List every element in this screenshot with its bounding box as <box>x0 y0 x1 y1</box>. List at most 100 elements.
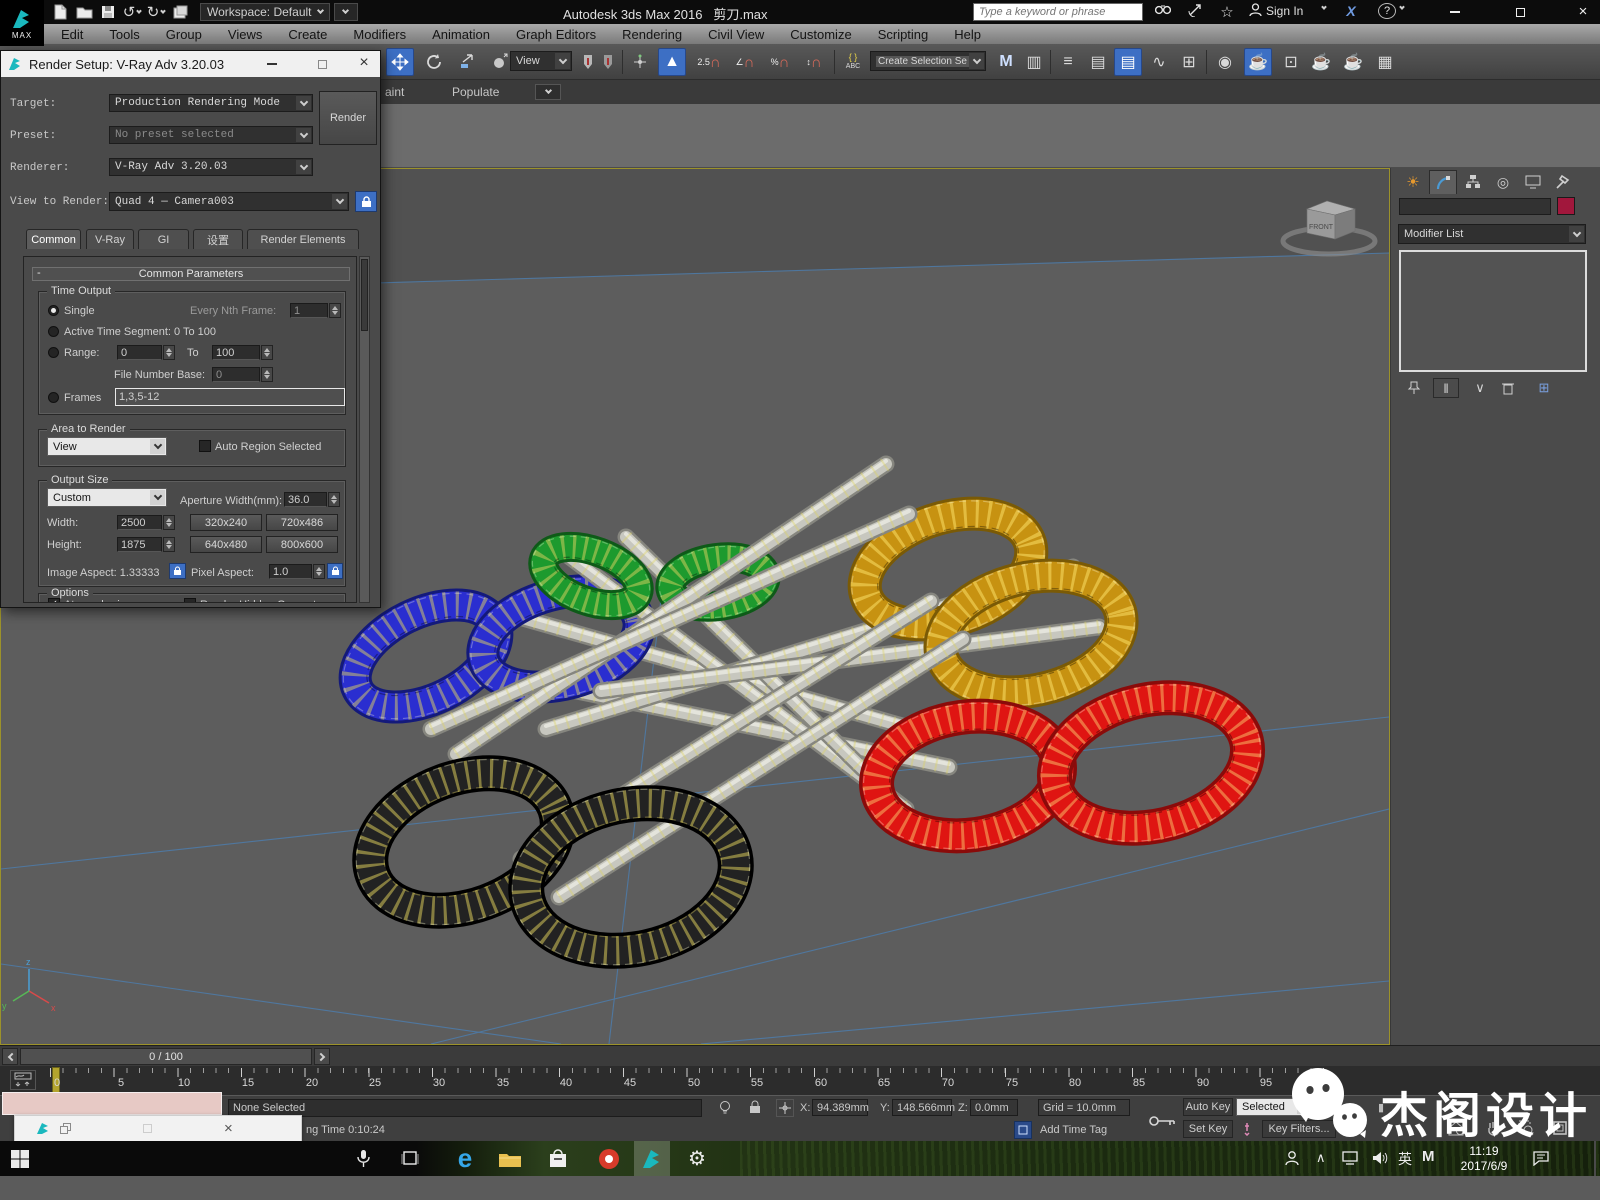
create-tab-icon[interactable]: ☀ <box>1399 170 1427 194</box>
menu-graph-editors[interactable]: Graph Editors <box>503 24 609 44</box>
preset-800x600-button[interactable]: 800x600 <box>266 536 338 553</box>
popup-minimize-icon[interactable] <box>143 1124 152 1133</box>
tray-speaker-icon[interactable] <box>1372 1151 1388 1165</box>
menu-help[interactable]: Help <box>941 24 994 44</box>
mic-icon[interactable] <box>356 1149 370 1168</box>
range-from-field[interactable]: 0 <box>117 345 162 360</box>
favorites-star-icon[interactable]: ☆ <box>1216 3 1238 21</box>
rendered-frame-window-icon[interactable]: ⊡ <box>1278 48 1304 76</box>
configure-modifier-sets-icon[interactable]: ⊞ <box>1531 378 1557 398</box>
select-and-manipulate-icon[interactable] <box>598 48 618 76</box>
aperture-width-field[interactable]: 36.0 <box>284 492 327 507</box>
preset-dropdown[interactable]: No preset selected <box>109 126 313 144</box>
start-button[interactable] <box>10 1149 30 1169</box>
show-desktop-button[interactable] <box>1594 1141 1596 1176</box>
ribbon-tab-populate[interactable]: Populate <box>452 85 499 99</box>
keyboard-shortcut-override-icon[interactable] <box>628 48 652 76</box>
dialog-minimize-button[interactable] <box>257 55 287 73</box>
modify-tab-icon[interactable] <box>1429 170 1457 194</box>
single-radio[interactable] <box>48 305 59 316</box>
tray-network-icon[interactable] <box>1342 1151 1360 1165</box>
remove-modifier-icon[interactable] <box>1495 378 1521 398</box>
exchange-apps-icon[interactable]: X <box>1340 3 1362 19</box>
search-binoculars-icon[interactable] <box>1152 3 1174 15</box>
z-coordinate-field[interactable]: 0.0mm <box>970 1099 1018 1116</box>
x-coordinate-field[interactable]: 94.389mm <box>812 1099 869 1116</box>
application-menu-button[interactable]: MAX <box>0 0 44 46</box>
pixel-aspect-spinner[interactable] <box>313 564 325 579</box>
selection-set-dropdown[interactable]: Create Selection Se <box>870 51 986 71</box>
modifier-list-dropdown[interactable]: Modifier List <box>1398 224 1586 244</box>
isolate-selection-icon[interactable] <box>1014 1121 1032 1139</box>
menu-group[interactable]: Group <box>153 24 215 44</box>
tab-vray[interactable]: V-Ray <box>86 229 134 249</box>
ribbon-tab-object-paint[interactable]: aint <box>385 85 404 99</box>
menu-animation[interactable]: Animation <box>419 24 503 44</box>
prev-frame-button[interactable] <box>2 1048 18 1065</box>
file-number-base-field[interactable]: 0 <box>212 367 260 382</box>
viewport-lock-icon[interactable] <box>355 191 377 212</box>
restore-button[interactable] <box>1505 3 1535 21</box>
settings-gear-icon[interactable]: ⚙ <box>688 1146 706 1171</box>
menu-tools[interactable]: Tools <box>96 24 152 44</box>
renderer-dropdown[interactable]: V-Ray Adv 3.20.03 <box>109 158 313 176</box>
active-time-segment-radio[interactable] <box>48 326 59 337</box>
help-chevron-icon[interactable] <box>1399 4 1405 10</box>
mirror-icon[interactable]: M <box>994 48 1018 76</box>
pixel-aspect-lock-icon[interactable] <box>327 563 343 579</box>
tab-settings[interactable]: 设置 <box>193 229 243 249</box>
frames-field[interactable]: 1,3,5-12 <box>115 388 345 406</box>
render-last-icon[interactable]: ▦ <box>1372 48 1398 76</box>
output-size-dropdown[interactable]: Custom <box>47 488 167 507</box>
preset-720x486-button[interactable]: 720x486 <box>266 514 338 531</box>
percent-snap-icon[interactable]: % ∩ <box>764 48 796 76</box>
popup-restore-icon[interactable] <box>60 1123 71 1134</box>
every-nth-frame-field[interactable]: 1 <box>290 303 328 318</box>
snap-25d-icon[interactable]: 2.5 ∩ <box>692 48 726 76</box>
select-and-scale-icon[interactable] <box>453 48 481 76</box>
ime-sogou-icon[interactable]: M <box>1422 1148 1435 1165</box>
tray-overflow-icon[interactable]: ∧ <box>1316 1150 1326 1166</box>
dialog-title-bar[interactable]: Render Setup: V-Ray Adv 3.20.03 × <box>1 51 380 77</box>
dialog-scrollbar-thumb[interactable] <box>361 259 368 331</box>
angle-snap-icon[interactable]: ∠ ∩ <box>728 48 762 76</box>
undo-icon[interactable]: ↺ <box>120 2 144 22</box>
help-search-input[interactable] <box>973 3 1143 21</box>
show-end-result-icon[interactable]: ‖ <box>1433 378 1459 398</box>
absolute-mode-transform-icon[interactable] <box>776 1099 794 1117</box>
ime-language-indicator[interactable]: 英 <box>1398 1149 1412 1169</box>
menu-modifiers[interactable]: Modifiers <box>340 24 419 44</box>
select-and-move-icon[interactable] <box>386 48 414 76</box>
menu-customize[interactable]: Customize <box>777 24 864 44</box>
y-coordinate-field[interactable]: 148.566mm <box>892 1099 955 1116</box>
add-time-tag[interactable]: Add Time Tag <box>1040 1124 1107 1136</box>
render-in-cloud-icon[interactable]: ☕ <box>1340 48 1366 76</box>
time-slider[interactable]: 0 / 100 <box>20 1048 312 1065</box>
target-dropdown[interactable]: Production Rendering Mode <box>109 94 313 112</box>
auto-region-checkbox[interactable] <box>199 440 211 452</box>
preset-320x240-button[interactable]: 320x240 <box>190 514 262 531</box>
workspace-extra-icon[interactable] <box>333 3 358 21</box>
sign-in-chevron-icon[interactable] <box>1321 4 1327 10</box>
selection-lock-icon[interactable] <box>748 1100 762 1115</box>
progress-window-titlebar[interactable]: × <box>14 1115 302 1142</box>
utilities-tab-icon[interactable] <box>1549 170 1577 194</box>
snaps-toggle-icon[interactable]: ▲ <box>658 48 686 76</box>
menu-scripting[interactable]: Scripting <box>865 24 942 44</box>
adaptive-degradation-bulb-icon[interactable] <box>718 1100 733 1116</box>
menu-rendering[interactable]: Rendering <box>609 24 695 44</box>
layer-explorer-icon[interactable]: ▤ <box>1086 48 1110 76</box>
render-hidden-checkbox[interactable] <box>184 598 196 602</box>
tab-gi[interactable]: GI <box>138 229 189 249</box>
dialog-maximize-button[interactable] <box>307 55 337 73</box>
every-nth-spinner[interactable] <box>329 303 341 318</box>
aperture-width-spinner[interactable] <box>328 492 340 507</box>
render-button[interactable]: Render <box>319 91 377 145</box>
preset-640x480-button[interactable]: 640x480 <box>190 536 262 553</box>
hierarchy-tab-icon[interactable] <box>1459 170 1487 194</box>
file-explorer-icon[interactable] <box>498 1150 522 1168</box>
menu-civil-view[interactable]: Civil View <box>695 24 777 44</box>
set-key-icon[interactable] <box>1148 1114 1178 1128</box>
popup-close-icon[interactable]: × <box>224 1120 233 1137</box>
taskbar-clock[interactable]: 11:19 2017/6/9 <box>1448 1144 1520 1174</box>
